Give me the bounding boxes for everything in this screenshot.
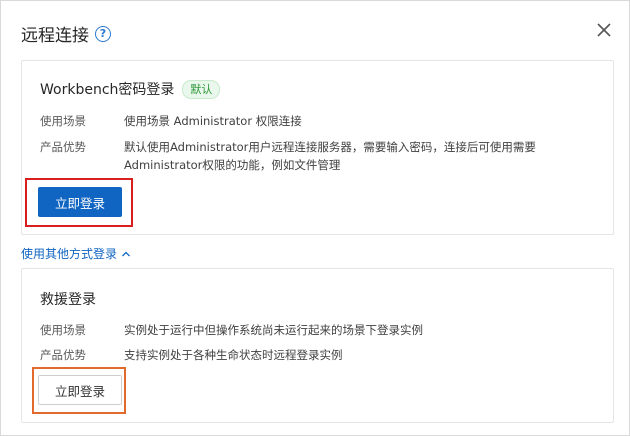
dialog-title-area: 远程连接 ? — [21, 21, 111, 46]
rescue-card-header: 救援登录 — [40, 289, 96, 309]
default-badge: 默认 — [182, 79, 221, 99]
advantage-value: 默认使用Administrator用户远程连接服务器，需要输入密码，连接后可使用… — [124, 140, 536, 172]
advantage-label: 产品优势 — [40, 348, 86, 362]
workbench-login-button[interactable]: 立即登录 — [38, 187, 122, 217]
remote-connect-dialog: 远程连接 ? Workbench密码登录 默认 使用场景 使用场景 Admini… — [0, 0, 630, 436]
scenario-value: 实例处于运行中但操作系统尚未运行起来的场景下登录实例 — [124, 323, 423, 337]
other-methods-label: 使用其他方式登录 — [21, 247, 118, 261]
scenario-label: 使用场景 — [40, 114, 86, 128]
help-icon[interactable]: ? — [95, 25, 111, 42]
scenario-value: 使用场景 Administrator 权限连接 — [124, 114, 302, 128]
advantage-label: 产品优势 — [40, 140, 86, 154]
other-methods-toggle[interactable]: 使用其他方式登录 — [21, 245, 131, 262]
workbench-login-card: Workbench密码登录 默认 使用场景 使用场景 Administrator… — [21, 60, 614, 235]
workbench-card-title: Workbench密码登录 — [40, 82, 175, 98]
chevron-up-icon — [122, 251, 130, 256]
scenario-label: 使用场景 — [40, 323, 86, 337]
close-icon[interactable] — [595, 21, 613, 39]
dialog-title: 远程连接 — [21, 26, 89, 46]
workbench-card-header: Workbench密码登录 默认 — [40, 79, 221, 99]
rescue-login-button[interactable]: 立即登录 — [38, 375, 122, 405]
rescue-login-card: 救援登录 使用场景 实例处于运行中但操作系统尚未运行起来的场景下登录实例 产品优… — [21, 268, 614, 423]
rescue-card-title: 救援登录 — [40, 292, 96, 308]
advantage-value: 支持实例处于各种生命状态时远程登录实例 — [124, 348, 343, 362]
